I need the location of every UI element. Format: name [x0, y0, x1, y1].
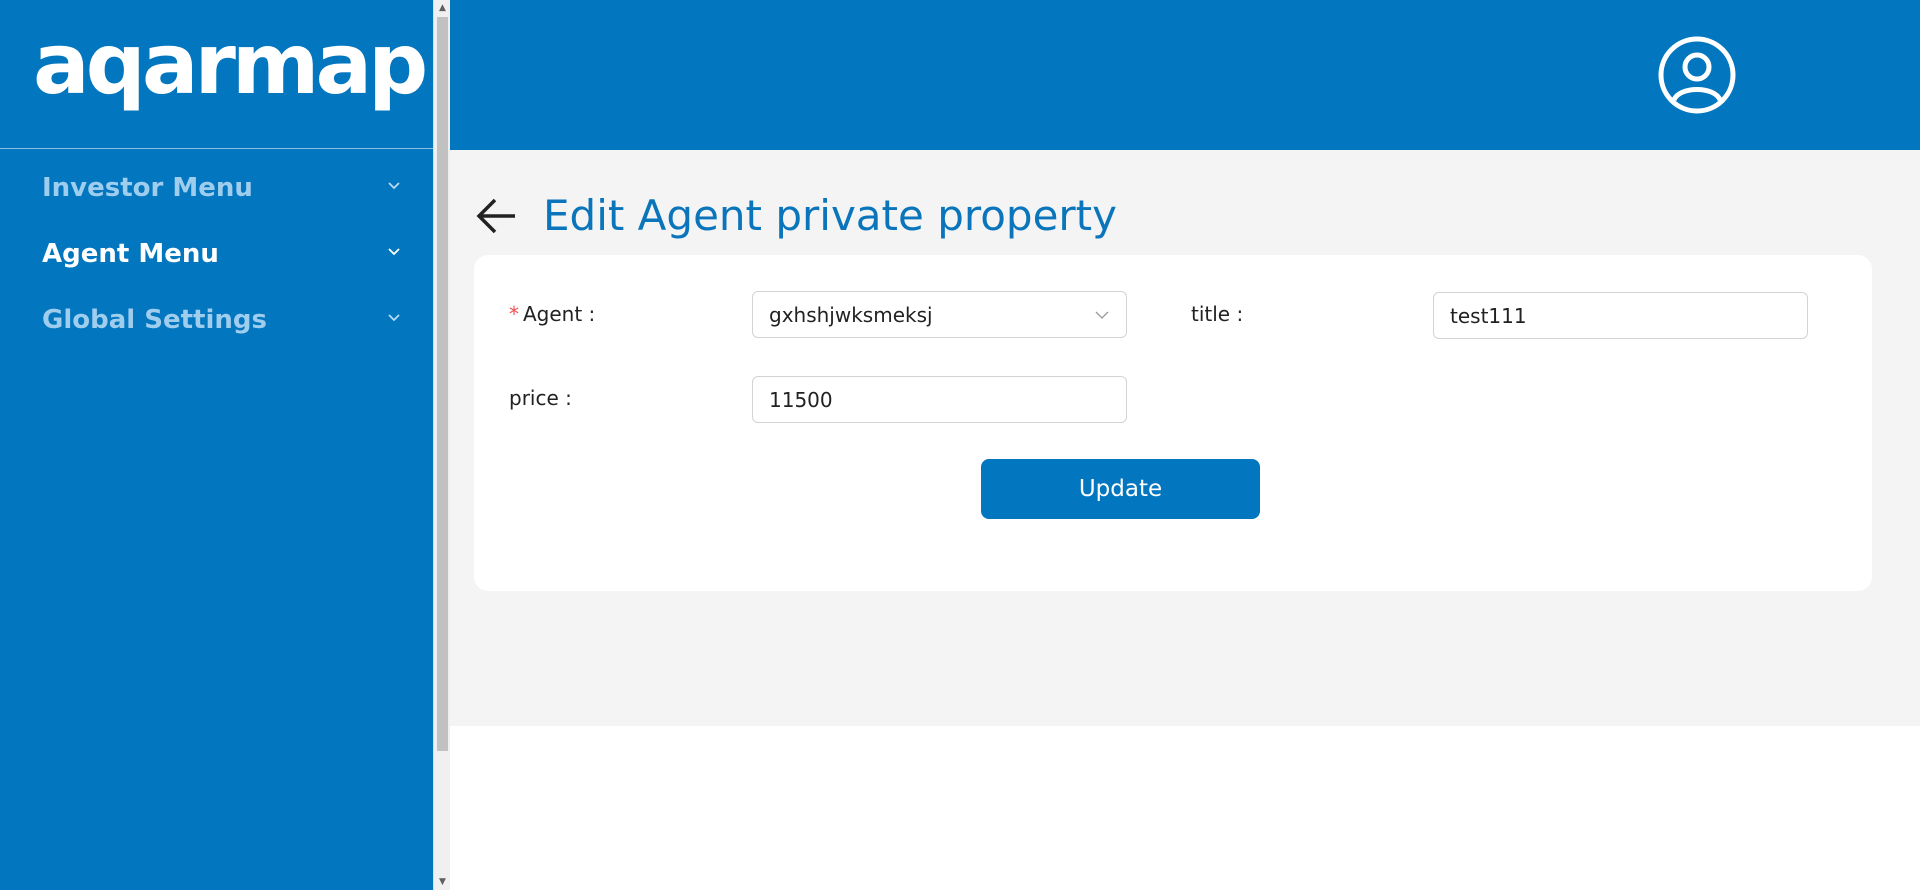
agent-select-value: gxhshjwksmeksj: [769, 302, 933, 327]
scrollbar-thumb[interactable]: [437, 17, 448, 751]
title-label: title :: [1191, 301, 1243, 327]
update-button[interactable]: Update: [981, 459, 1260, 519]
title-label-text: title: [1191, 302, 1231, 326]
agent-select[interactable]: gxhshjwksmeksj: [752, 291, 1127, 338]
page-title: Edit Agent private property: [543, 191, 1117, 240]
chevron-down-icon: [388, 182, 400, 190]
sidebar-item-global-settings[interactable]: Global Settings: [0, 287, 433, 353]
title-input-value: test111: [1450, 303, 1527, 328]
required-marker: *: [509, 302, 519, 326]
price-label: price :: [509, 385, 572, 411]
sidebar-item-label: Global Settings: [42, 305, 267, 335]
chevron-down-icon: [388, 248, 400, 256]
sidebar: aqarmap Investor Menu Agent Menu Global …: [0, 0, 433, 890]
chevron-down-icon: [388, 314, 400, 322]
scroll-down-icon[interactable]: ▼: [434, 874, 451, 890]
price-label-text: price: [509, 386, 559, 410]
price-input[interactable]: 11500: [752, 376, 1127, 423]
sidebar-item-agent-menu[interactable]: Agent Menu: [0, 221, 433, 287]
logo-area: aqarmap: [0, 0, 433, 149]
label-colon: :: [558, 386, 572, 410]
title-input[interactable]: test111: [1433, 292, 1808, 339]
agent-label-text: Agent: [523, 302, 583, 326]
aqarmap-logo[interactable]: aqarmap: [33, 14, 428, 114]
scroll-up-icon[interactable]: ▲: [434, 0, 451, 16]
edit-form-card: * Agent : gxhshjwksmeksj title : test111 …: [474, 255, 1872, 591]
chevron-down-icon: [1095, 311, 1109, 319]
label-colon: :: [1230, 302, 1244, 326]
sidebar-item-label: Agent Menu: [42, 239, 219, 269]
user-circle-icon[interactable]: [1658, 36, 1736, 114]
label-colon: :: [582, 302, 596, 326]
sidebar-menu: Investor Menu Agent Menu Global Settings: [0, 149, 433, 353]
price-input-value: 11500: [769, 387, 833, 412]
arrow-left-icon[interactable]: [475, 196, 517, 236]
sidebar-item-label: Investor Menu: [42, 173, 253, 203]
agent-label: * Agent :: [509, 301, 595, 327]
sidebar-scrollbar[interactable]: ▲ ▼: [433, 0, 450, 890]
sidebar-item-investor-menu[interactable]: Investor Menu: [0, 155, 433, 221]
top-header: [450, 0, 1920, 150]
